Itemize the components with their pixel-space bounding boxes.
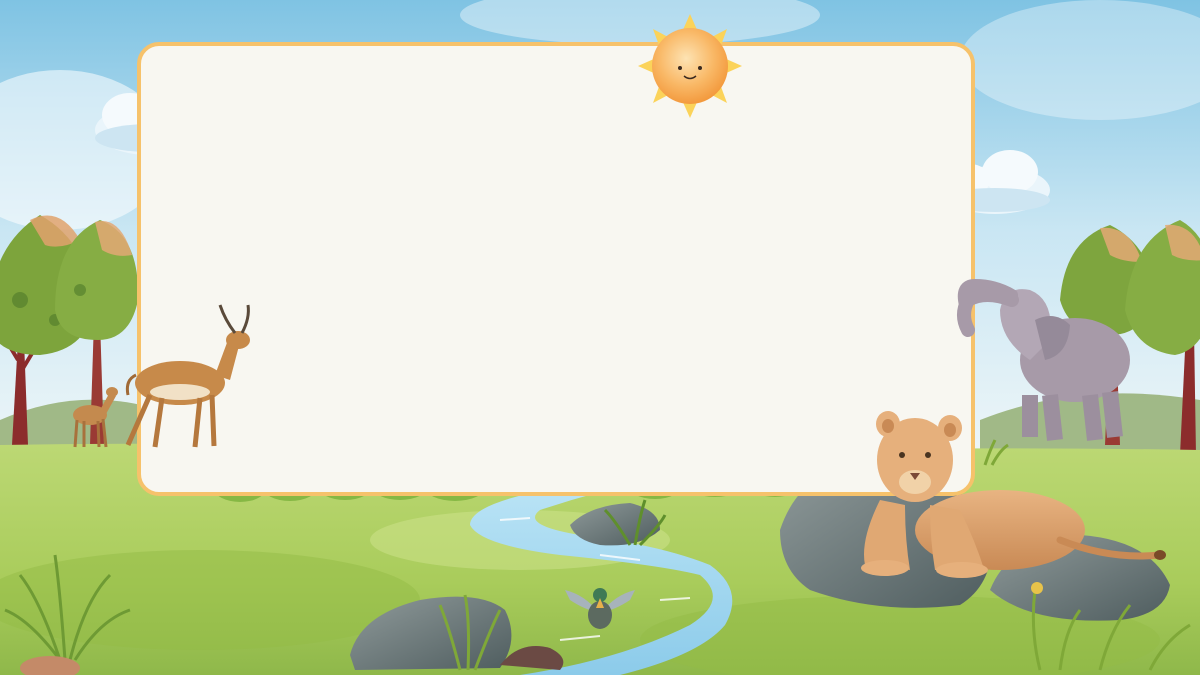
flower-icon (1031, 582, 1043, 594)
slide-background (0, 0, 1200, 675)
content-panel[interactable] (137, 42, 975, 496)
